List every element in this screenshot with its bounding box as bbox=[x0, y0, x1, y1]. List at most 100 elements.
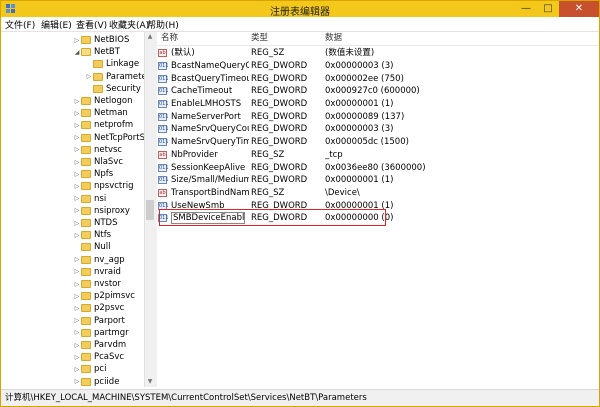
tree-item[interactable]: ▷ pci bbox=[73, 363, 107, 375]
expand-arrow-icon[interactable]: ▷ bbox=[73, 366, 81, 373]
expand-arrow-icon[interactable]: ▷ bbox=[73, 37, 81, 44]
tree-item[interactable]: ▷ Parvdm bbox=[73, 339, 126, 351]
value-row[interactable]: 011 CacheTimeout REG_DWORD 0x000927c0 (6000… bbox=[157, 85, 599, 98]
tree-item[interactable]: ▷ PcaSvc bbox=[73, 351, 124, 363]
value-data: 0x000927c0 (600000) bbox=[325, 86, 420, 96]
value-row[interactable]: 011 EnableLMHOSTS REG_DWORD 0x00000001 (1) bbox=[157, 98, 599, 111]
menu-help[interactable]: 帮助(H) bbox=[147, 18, 179, 31]
tree-item[interactable]: ▷ Npfs bbox=[73, 168, 114, 180]
tree-item[interactable]: ▷ npsvctrig bbox=[73, 180, 134, 192]
expand-arrow-icon[interactable]: ▷ bbox=[73, 220, 81, 227]
tree-item-label: Netman bbox=[94, 108, 128, 119]
value-row[interactable]: 011BcastNameQueryC...REG_DWORD 0x00000003… bbox=[157, 60, 599, 73]
folder-icon bbox=[81, 121, 91, 130]
value-name: NbProvider bbox=[171, 150, 218, 160]
tree-item[interactable]: ◢ NetBT bbox=[73, 46, 120, 58]
expand-arrow-icon[interactable]: ▷ bbox=[73, 378, 81, 385]
value-row[interactable]: ab NbProvider REG_SZ _tcp bbox=[157, 149, 599, 162]
tree-item[interactable]: Null bbox=[73, 241, 110, 253]
value-row[interactable]: 011NameSrvQueryTim...REG_DWORD 0x000005dc… bbox=[157, 136, 599, 149]
tree-item[interactable]: ▷ Parport bbox=[73, 315, 125, 327]
expand-arrow-icon[interactable]: ▷ bbox=[73, 317, 81, 324]
value-type: REG_DWORD bbox=[251, 175, 308, 185]
value-data: 0x00000001 (1) bbox=[325, 99, 394, 109]
menu-file[interactable]: 文件(F) bbox=[5, 18, 35, 31]
value-name: NameSrvQueryTim... bbox=[171, 137, 249, 147]
menu-favorites[interactable]: 收藏夹(A) bbox=[109, 18, 149, 31]
tree-item[interactable]: ▷ netprofm bbox=[73, 119, 133, 131]
tree-item[interactable]: ▷ nv_agp bbox=[73, 254, 125, 266]
expand-arrow-icon[interactable]: ▷ bbox=[73, 159, 81, 166]
tree-item[interactable]: ▷ Ntfs bbox=[73, 229, 111, 241]
column-header-name[interactable]: 名称 bbox=[161, 32, 178, 45]
tree-item-label: NetBT bbox=[94, 47, 120, 58]
value-row[interactable]: ab TransportBindName REG_SZ \Device\ bbox=[157, 187, 599, 200]
tree-vertical-scrollbar[interactable]: ▲ ▼ bbox=[144, 32, 154, 387]
tree-item[interactable]: ▷ pciide bbox=[73, 376, 120, 387]
tree-item[interactable]: ▷ p2pimsvc bbox=[73, 290, 135, 302]
tree-item[interactable]: ▷ netvsc bbox=[73, 144, 122, 156]
minimize-button[interactable]: — bbox=[515, 1, 537, 17]
close-button[interactable]: ✕ bbox=[559, 1, 599, 17]
expand-arrow-icon[interactable]: ▷ bbox=[73, 183, 81, 190]
tree-item[interactable]: ▷ partmgr bbox=[73, 327, 129, 339]
expand-arrow-icon[interactable]: ▷ bbox=[73, 110, 81, 117]
value-row[interactable]: 011 SessionKeepAlive REG_DWORD 0x0036ee80 (… bbox=[157, 162, 599, 175]
title-bar[interactable]: 注册表编辑器 — □ ✕ bbox=[1, 1, 599, 18]
tree-item[interactable]: ▷ Netlogon bbox=[73, 95, 133, 107]
menu-edit[interactable]: 编辑(E) bbox=[41, 18, 72, 31]
tree-item[interactable]: Security bbox=[85, 83, 141, 95]
expand-arrow-icon[interactable]: ▷ bbox=[73, 98, 81, 105]
registry-editor-window: 注册表编辑器 — □ ✕ 文件(F) 编辑(E) 查看(V) 收藏夹(A) 帮助… bbox=[0, 0, 600, 407]
string-value-icon: ab bbox=[158, 151, 167, 159]
tree-item[interactable]: ▷ Netman bbox=[73, 107, 128, 119]
expand-arrow-icon[interactable]: ▷ bbox=[73, 281, 81, 288]
tree-item[interactable]: ▷ NlaSvc bbox=[73, 156, 123, 168]
value-row[interactable]: 011Size/Small/Medium...REG_DWORD 0x000000… bbox=[157, 174, 599, 187]
expand-arrow-icon[interactable]: ▷ bbox=[73, 329, 81, 336]
tree-item[interactable]: ▷ nsi bbox=[73, 193, 107, 205]
expand-arrow-icon[interactable]: ▷ bbox=[73, 232, 81, 239]
folder-icon bbox=[81, 341, 91, 349]
column-header-data[interactable]: 数据 bbox=[325, 32, 342, 45]
tree-item[interactable]: ▷ nvraid bbox=[73, 266, 121, 278]
string-value-icon: ab bbox=[158, 189, 167, 197]
folder-icon bbox=[81, 377, 91, 386]
expand-arrow-icon[interactable]: ▷ bbox=[73, 342, 81, 349]
tree-item[interactable]: ▷ NetBIOS bbox=[73, 34, 130, 46]
value-row[interactable]: ab (默认) REG_SZ (数值未设置) bbox=[157, 47, 599, 60]
folder-icon bbox=[81, 97, 91, 105]
tree-item[interactable]: ▷ NTDS bbox=[73, 217, 118, 229]
folder-icon bbox=[81, 255, 91, 264]
collapse-arrow-icon[interactable]: ◢ bbox=[73, 49, 81, 56]
dword-value-icon: 011 bbox=[158, 176, 169, 184]
expand-arrow-icon[interactable]: ▷ bbox=[73, 256, 81, 263]
scroll-thumb[interactable] bbox=[146, 200, 154, 220]
tree-item-label: NTDS bbox=[94, 218, 118, 228]
expand-arrow-icon[interactable]: ▷ bbox=[73, 195, 81, 202]
folder-icon bbox=[81, 231, 91, 240]
expand-arrow-icon[interactable]: ▷ bbox=[73, 134, 81, 141]
expand-arrow-icon[interactable]: ▷ bbox=[73, 207, 81, 214]
tree-item[interactable]: ▷ nvstor bbox=[73, 278, 121, 290]
tree-item[interactable]: ▷ nsiproxy bbox=[73, 205, 130, 217]
expand-arrow-icon[interactable]: ▷ bbox=[73, 171, 81, 178]
tree-item[interactable]: ▷ NetTcpPortSha bbox=[73, 132, 154, 144]
value-row[interactable]: 011NameSrvQueryCountREG_DWORD 0x00000003 … bbox=[157, 123, 599, 136]
expand-arrow-icon[interactable]: ▷ bbox=[73, 146, 81, 153]
value-row[interactable]: 011 BcastQueryTimeout REG_DWORD 0x000002ee … bbox=[157, 73, 599, 86]
tree-item[interactable]: ▷ p2psvc bbox=[73, 302, 125, 314]
expand-arrow-icon[interactable]: ▷ bbox=[73, 122, 81, 129]
tree-item-label: nvraid bbox=[94, 266, 121, 277]
key-tree-pane[interactable]: ▷ NetBIOS ◢ NetBT Linkage ▷ Parameters Security… bbox=[1, 32, 154, 387]
expand-arrow-icon[interactable]: ▷ bbox=[73, 293, 81, 300]
maximize-button[interactable]: □ bbox=[537, 1, 559, 17]
value-row[interactable]: 011 NameServerPort REG_DWORD 0x00000089 (13… bbox=[157, 111, 599, 124]
column-header-type[interactable]: 类型 bbox=[251, 32, 268, 45]
expand-arrow-icon[interactable]: ▷ bbox=[73, 354, 81, 361]
menu-view[interactable]: 查看(V) bbox=[76, 18, 107, 31]
expand-arrow-icon[interactable]: ▷ bbox=[73, 305, 81, 312]
expand-arrow-icon[interactable]: ▷ bbox=[73, 268, 81, 275]
expand-arrow-icon[interactable]: ▷ bbox=[85, 73, 93, 80]
tree-item[interactable]: Linkage bbox=[85, 58, 139, 70]
